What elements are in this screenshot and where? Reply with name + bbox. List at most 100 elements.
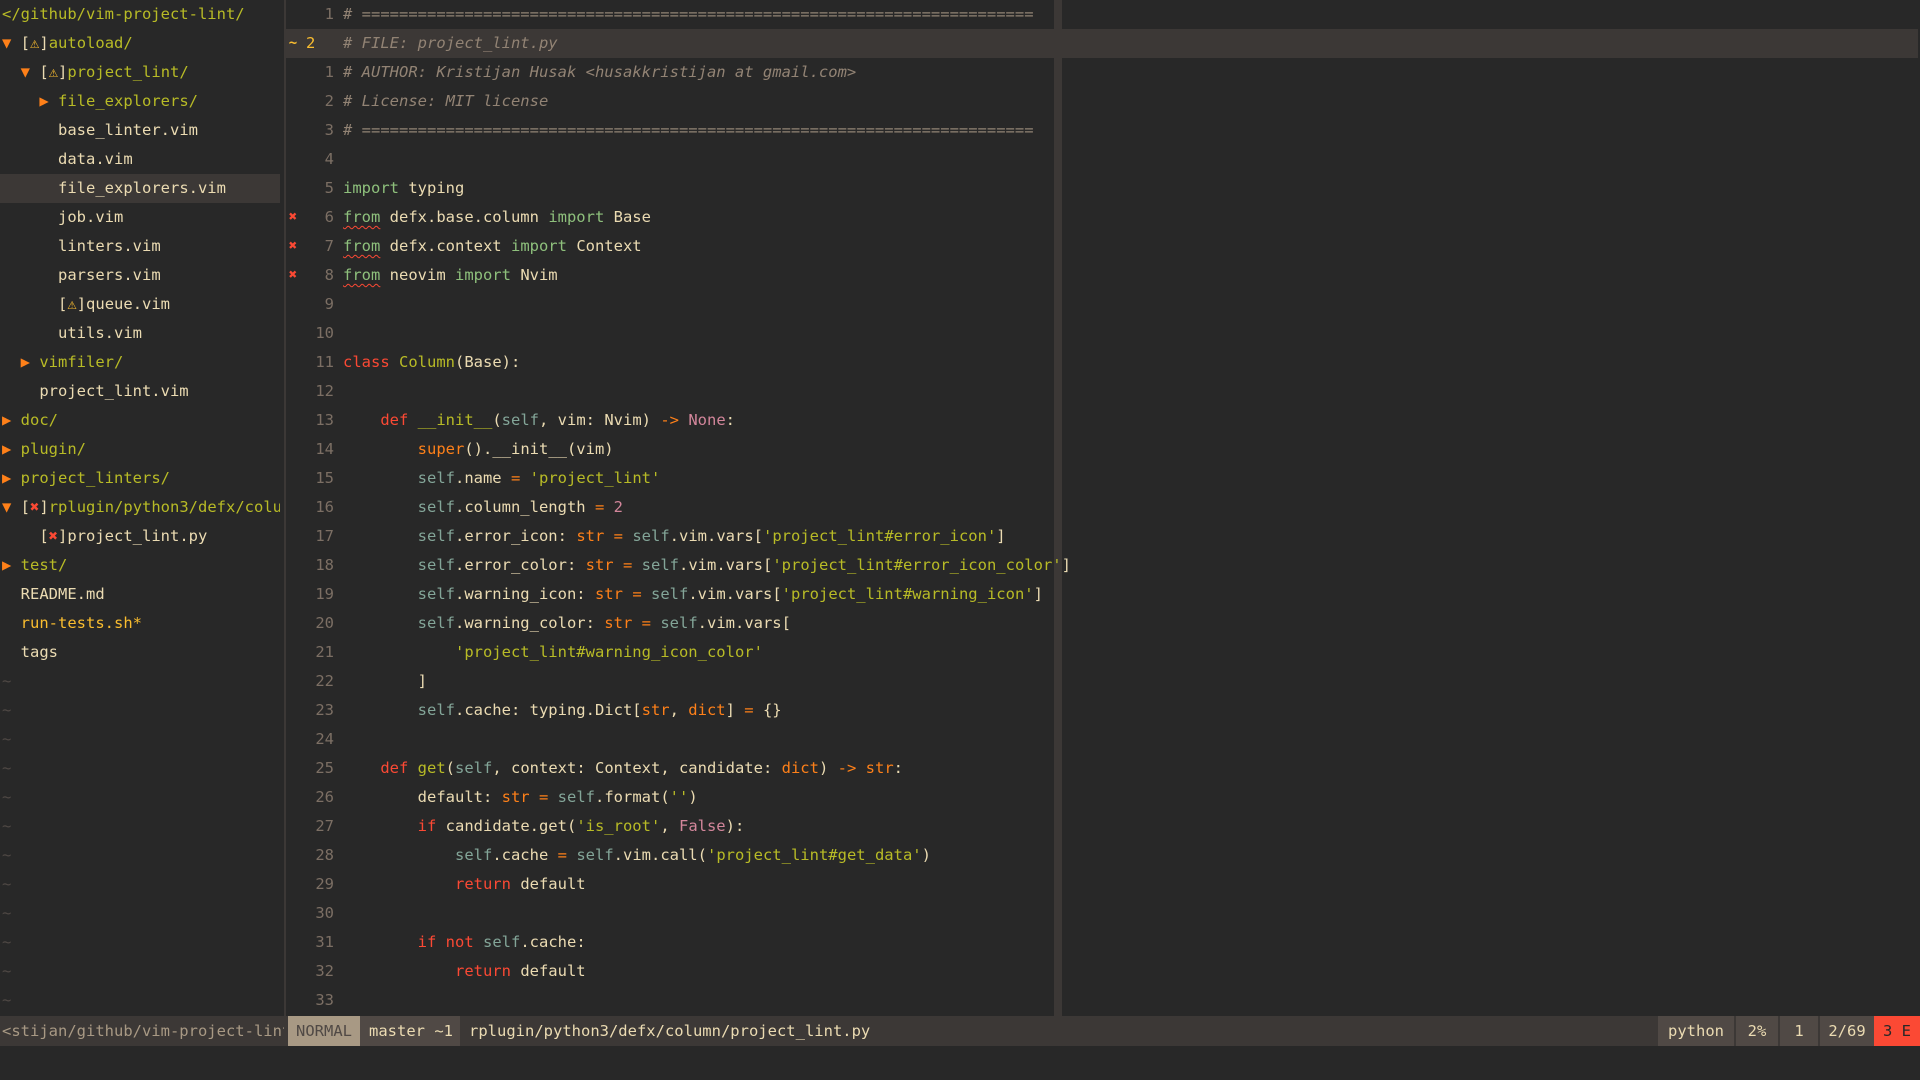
line-code: self.error_color: str = self.vim.vars['p… <box>343 551 1071 580</box>
code-token: '' <box>669 788 689 806</box>
line-number: 6 <box>324 208 334 226</box>
code-token: ] <box>725 701 745 719</box>
collapsed-arrow-icon[interactable]: ▶ <box>2 411 21 429</box>
tree-file[interactable]: [✖]project_lint.py <box>0 522 280 551</box>
tree-file[interactable]: utils.vim <box>0 319 280 348</box>
command-line[interactable] <box>0 1046 1920 1080</box>
code-line[interactable]: 1 # =====================================… <box>286 0 1920 29</box>
tree-item-label: data.vim <box>58 150 133 168</box>
tree-file[interactable]: [⚠]queue.vim <box>0 290 280 319</box>
code-line[interactable]: 4 <box>286 145 1920 174</box>
code-token: self <box>417 469 455 487</box>
collapsed-arrow-icon[interactable]: ▶ <box>2 556 21 574</box>
code-token: def <box>380 759 409 777</box>
tree-file[interactable]: data.vim <box>0 145 280 174</box>
code-line[interactable]: 15 self.name = 'project_lint' <box>286 464 1920 493</box>
code-line[interactable]: 11 class Column(Base): <box>286 348 1920 377</box>
code-line[interactable]: 23 self.cache: typing.Dict[str, dict] = … <box>286 696 1920 725</box>
code-token: False <box>678 817 726 835</box>
code-token: -> <box>660 411 679 429</box>
line-number: 26 <box>315 788 334 806</box>
expanded-arrow-icon[interactable]: ▼ <box>2 498 21 516</box>
tree-file[interactable]: run-tests.sh* <box>0 609 280 638</box>
error-sign-icon: ✖ <box>288 209 298 225</box>
line-number: 2 <box>306 34 316 52</box>
code-line[interactable]: 27 if candidate.get('is_root', False): <box>286 812 1920 841</box>
tree-dir[interactable]: ▼ [✖]rplugin/python3/defx/colum <box>0 493 280 522</box>
current-line[interactable]: ~2 # FILE: project_lint.py <box>286 29 1918 58</box>
code-line[interactable]: 28 self.cache = self.vim.call('project_l… <box>286 841 1920 870</box>
tree-item-label: file_explorers.vim <box>58 179 226 197</box>
code-line[interactable]: 20 self.warning_color: str = self.vim.va… <box>286 609 1920 638</box>
tree-dir[interactable]: ▶ test/ <box>0 551 280 580</box>
tree-dir[interactable]: ▶ doc/ <box>0 406 280 435</box>
code-line[interactable]: 5 import typing <box>286 174 1920 203</box>
code-editor[interactable]: 1 # =====================================… <box>286 0 1920 1016</box>
code-line[interactable]: 2 # License: MIT license <box>286 87 1920 116</box>
code-line[interactable]: 9 <box>286 290 1920 319</box>
code-token: , <box>660 817 679 835</box>
collapsed-arrow-icon[interactable]: ▶ <box>39 92 58 110</box>
code-line[interactable]: 25 def get(self, context: Context, candi… <box>286 754 1920 783</box>
tree-item-label: doc/ <box>20 411 58 429</box>
tree-file[interactable]: parsers.vim <box>0 261 280 290</box>
code-line[interactable]: 22 ] <box>286 667 1920 696</box>
collapsed-arrow-icon[interactable]: ▶ <box>2 469 21 487</box>
collapsed-arrow-icon[interactable]: ▶ <box>21 353 40 371</box>
code-line[interactable]: 12 <box>286 377 1920 406</box>
tree-file[interactable]: base_linter.vim <box>0 116 280 145</box>
code-line[interactable]: 19 self.warning_icon: str = self.vim.var… <box>286 580 1920 609</box>
code-line[interactable]: 32 return default <box>286 957 1920 986</box>
code-line[interactable]: ✖ 8 from neovim import Nvim <box>286 261 1920 290</box>
code-token: .column_length <box>454 498 595 516</box>
tree-dir[interactable]: ▶ project_linters/ <box>0 464 280 493</box>
code-line[interactable]: 1 # AUTHOR: Kristijan Husak <husakkristij… <box>286 58 1920 87</box>
tree-file[interactable]: file_explorers.vim <box>0 174 280 203</box>
code-line[interactable]: 26 default: str = self.format('') <box>286 783 1920 812</box>
tree-file[interactable]: README.md <box>0 580 280 609</box>
code-line[interactable]: 24 <box>286 725 1920 754</box>
code-line[interactable]: 16 self.column_length = 2 <box>286 493 1920 522</box>
code-line[interactable]: 21 'project_lint#warning_icon_color' <box>286 638 1920 667</box>
tree-dir[interactable]: ▶ file_explorers/ <box>0 87 280 116</box>
code-token: self <box>632 527 670 545</box>
collapsed-arrow-icon[interactable]: ▶ <box>2 440 21 458</box>
tree-file[interactable]: linters.vim <box>0 232 280 261</box>
tree-file[interactable]: tags <box>0 638 280 667</box>
code-token: 'project_lint' <box>529 469 661 487</box>
file-explorer-tree[interactable]: </github/vim-project-lint/▼ [⚠]autoload/… <box>0 0 284 1016</box>
code-line[interactable]: 13 def __init__(self, vim: Nvim) -> None… <box>286 406 1920 435</box>
code-line[interactable]: 14 super().__init__(vim) <box>286 435 1920 464</box>
tree-file[interactable]: job.vim <box>0 203 280 232</box>
expanded-arrow-icon[interactable]: ▼ <box>2 34 21 52</box>
error-icon: [✖] <box>20 498 49 516</box>
code-line[interactable]: 33 <box>286 986 1920 1015</box>
expanded-arrow-icon[interactable]: ▼ <box>21 63 40 81</box>
code-token: str <box>576 527 605 545</box>
tree-dir[interactable]: ▼ [⚠]autoload/ <box>0 29 280 58</box>
tree-item-label: project_lint.vim <box>39 382 189 400</box>
line-number: 25 <box>315 759 334 777</box>
explorer-root-path[interactable]: </github/vim-project-lint/ <box>0 0 280 29</box>
tree-file[interactable]: project_lint.vim <box>0 377 280 406</box>
code-line[interactable]: ✖ 6 from defx.base.column import Base <box>286 203 1920 232</box>
tree-item-label: plugin/ <box>20 440 86 458</box>
tree-dir[interactable]: ▶ vimfiler/ <box>0 348 280 377</box>
code-line[interactable]: 17 self.error_icon: str = self.vim.vars[… <box>286 522 1920 551</box>
empty-buffer-line: ~ <box>2 817 12 835</box>
code-token: ): <box>725 817 745 835</box>
code-line[interactable]: 10 <box>286 319 1920 348</box>
code-line[interactable]: 30 <box>286 899 1920 928</box>
tree-dir[interactable]: ▼ [⚠]project_lint/ <box>0 58 280 87</box>
tree-item-label: run-tests.sh* <box>20 614 142 632</box>
code-line[interactable]: 29 return default <box>286 870 1920 899</box>
code-line[interactable]: ✖ 7 from defx.context import Context <box>286 232 1920 261</box>
code-line[interactable]: 31 if not self.cache: <box>286 928 1920 957</box>
line-code: return default <box>343 957 586 986</box>
tree-dir[interactable]: ▶ plugin/ <box>0 435 280 464</box>
code-line[interactable]: 3 # =====================================… <box>286 116 1920 145</box>
code-line[interactable]: 18 self.error_color: str = self.vim.vars… <box>286 551 1920 580</box>
